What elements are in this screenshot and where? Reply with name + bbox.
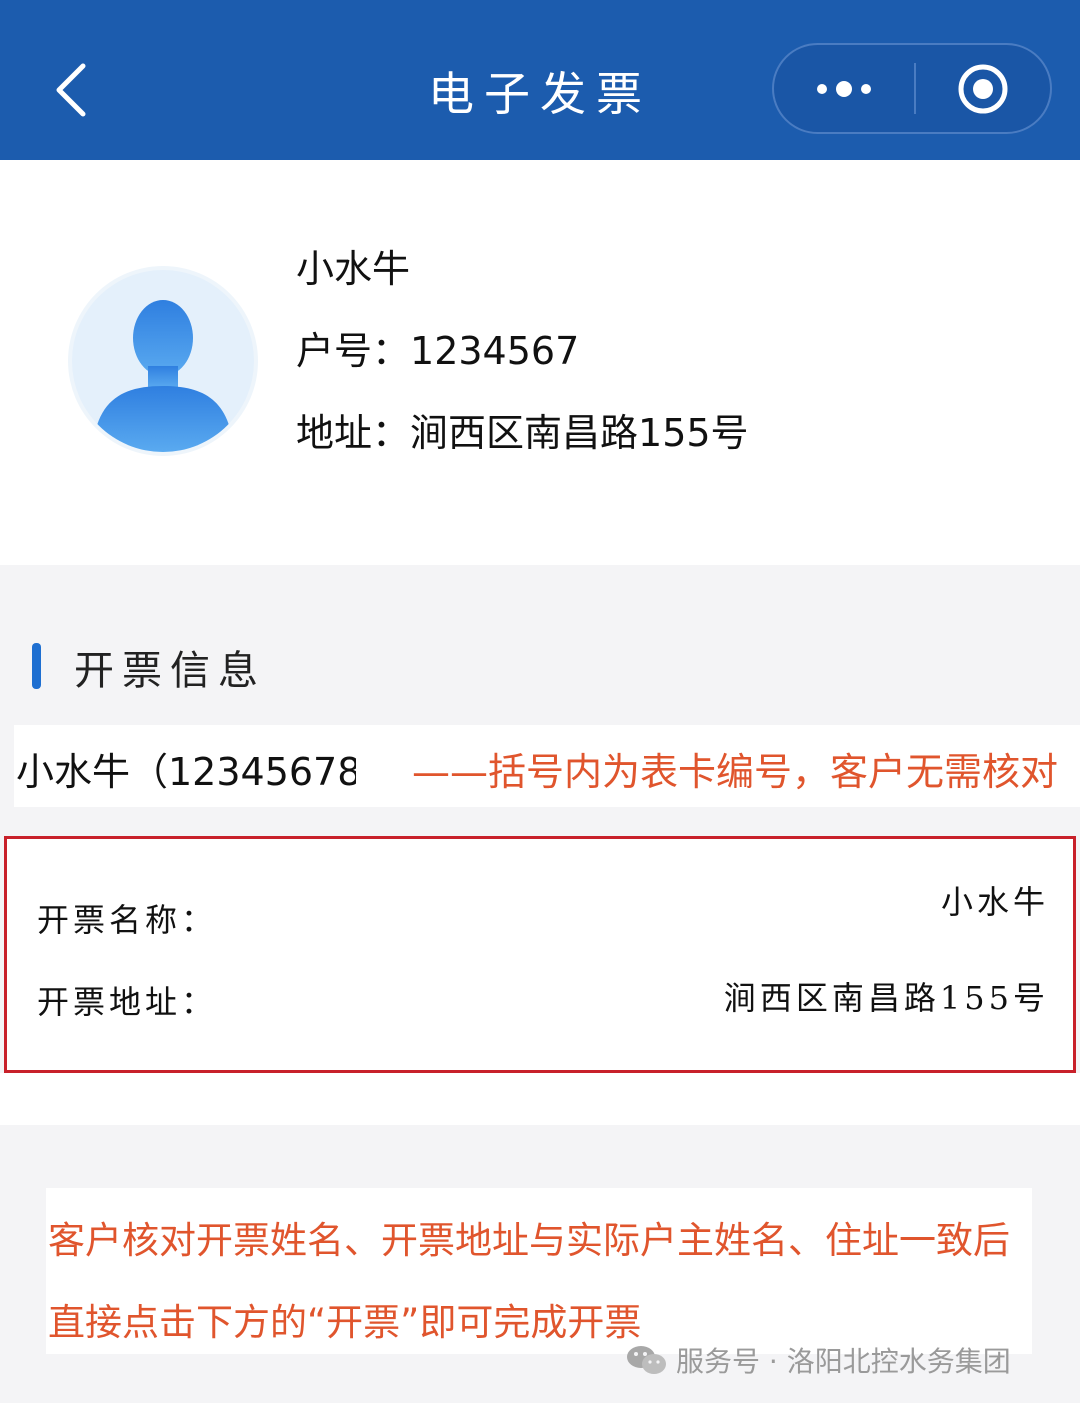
card-footer-strip — [0, 1073, 1080, 1125]
account-row: 户号：1234567 — [296, 320, 579, 375]
invoice-info-box: 开票名称： 小水牛 开票地址： 涧西区南昌路155号 — [4, 836, 1076, 1073]
section-accent-bar — [32, 643, 41, 689]
wechat-icon — [627, 1346, 666, 1374]
more-button[interactable] — [774, 45, 914, 132]
meter-annotation: ——括号内为表卡编号，客户无需核对 — [412, 750, 1059, 794]
account-number: 1234567 — [410, 329, 580, 373]
invoice-name-label: 开票名称： — [37, 901, 218, 939]
section-title: 开票信息 — [74, 648, 266, 694]
meter-select-row[interactable]: 小水牛（123456789 ——括号内为表卡编号，客户无需核对 — [14, 725, 1080, 807]
mini-program-capsule — [772, 43, 1052, 134]
invoice-address-label: 开票地址： — [37, 983, 218, 1021]
instruction-line-1: 客户核对开票姓名、开票地址与实际户主姓名、住址一致后 — [48, 1219, 1010, 1262]
invoice-name-value: 小水牛 — [940, 883, 1049, 921]
profile-card: 小水牛 户号：1234567 地址：涧西区南昌路155号 — [0, 160, 1080, 565]
account-label: 户号： — [296, 329, 411, 373]
section-header: 开票信息 — [0, 620, 1080, 710]
target-close-icon — [958, 64, 1008, 113]
instruction-note: 客户核对开票姓名、开票地址与实际户主姓名、住址一致后 直接点击下方的“开票”即可… — [46, 1188, 1032, 1354]
meter-name: 小水牛（123456789 — [16, 750, 356, 794]
instruction-line-2: 直接点击下方的“开票”即可完成开票 — [48, 1301, 642, 1344]
watermark-text: 服务号 · 洛阳北控水务集团 — [676, 1345, 1011, 1378]
address-value: 涧西区南昌路155号 — [410, 411, 749, 455]
more-dots-icon — [817, 80, 871, 97]
close-mini-program-button[interactable] — [916, 45, 1050, 132]
avatar — [72, 270, 254, 452]
address-label: 地址： — [296, 411, 411, 455]
nav-bar: 电子发票 — [0, 0, 1080, 160]
user-silhouette-icon — [92, 300, 234, 452]
customer-name: 小水牛 — [296, 247, 411, 291]
address-row: 地址：涧西区南昌路155号 — [296, 402, 749, 457]
watermark: 服务号 · 洛阳北控水务集团 — [626, 1340, 1011, 1380]
invoice-address-value: 涧西区南昌路155号 — [723, 979, 1049, 1017]
